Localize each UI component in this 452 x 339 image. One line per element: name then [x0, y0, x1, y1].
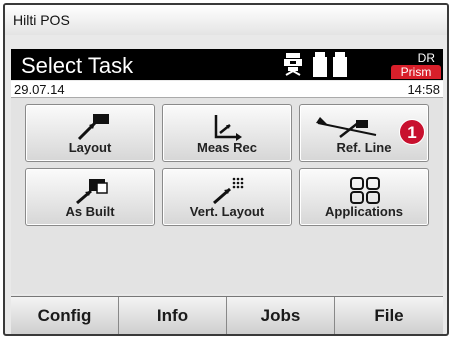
meas-rec-button[interactable]: Meas Rec	[162, 104, 292, 162]
as-built-button[interactable]: As Built	[25, 168, 155, 226]
reference-line-icon	[316, 117, 377, 138]
target-badge: Prism	[391, 65, 441, 79]
vert-layout-label: Vert. Layout	[189, 204, 265, 219]
bottom-softkey-bar: Config Info Jobs File	[11, 296, 443, 334]
time-display: 14:58	[407, 82, 440, 97]
vert-layout-button[interactable]: Vert. Layout	[162, 168, 292, 226]
mode-indicator: DR	[417, 51, 435, 65]
measure-record-icon	[214, 115, 242, 141]
config-button[interactable]: Config	[11, 297, 119, 334]
applications-button[interactable]: Applications	[299, 168, 429, 226]
applications-grid-icon	[350, 177, 380, 204]
layout-label: Layout	[68, 140, 112, 155]
task-grid: Layout Meas Rec Ref. Line As Built Vert.…	[11, 98, 443, 294]
info-button[interactable]: Info	[119, 297, 227, 334]
as-built-label: As Built	[65, 204, 115, 219]
page-title: Select Task	[21, 53, 134, 78]
layout-button[interactable]: Layout	[25, 104, 155, 162]
device-screen: Hilti POS Select Task DR Prism 29.07.14 …	[3, 3, 449, 336]
status-bar: 29.07.14 14:58	[11, 81, 443, 98]
as-built-icon	[76, 179, 108, 205]
window-title-bar: Hilti POS	[5, 5, 447, 35]
prism-icon	[313, 52, 347, 77]
meas-rec-label: Meas Rec	[197, 140, 257, 155]
applications-label: Applications	[324, 204, 403, 219]
task-header: Select Task DR Prism	[11, 49, 443, 80]
window-title: Hilti POS	[13, 12, 70, 28]
file-button[interactable]: File	[335, 297, 443, 334]
vertical-layout-icon	[213, 177, 244, 205]
callout-badge: 1	[399, 119, 425, 145]
date-display: 29.07.14	[14, 82, 65, 97]
jobs-button[interactable]: Jobs	[227, 297, 335, 334]
instrument-icon	[284, 53, 302, 76]
layout-icon	[77, 114, 109, 141]
